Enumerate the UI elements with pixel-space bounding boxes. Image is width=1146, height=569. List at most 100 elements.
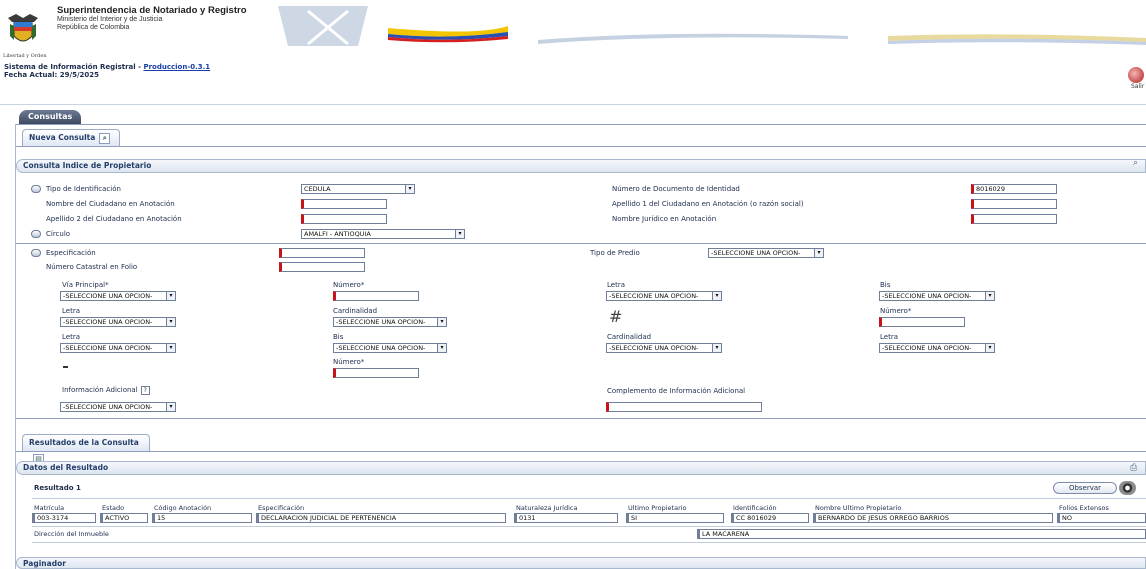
numero1-label: Número* (333, 281, 365, 289)
divider (32, 542, 1146, 543)
cardinalidad1-select[interactable]: -SELECCIONE UNA OPCION- ▾ (333, 317, 447, 327)
tab-resultados[interactable]: Resultados de la Consulta▤ (22, 434, 150, 465)
divider (16, 243, 1146, 244)
result-column-header: Especificación (258, 504, 305, 512)
tipo-id-select[interactable]: CEDULA ▾ (301, 184, 415, 194)
org-name: Superintendencia de Notariado y Registro (57, 5, 247, 16)
circulo-value: AMALFI - ANTIOQUIA (304, 230, 371, 238)
current-date: Fecha Actual: 29/5/2025 (4, 71, 100, 79)
apellido1-label: Apellido 1 del Ciudadano en Anotación (o… (612, 200, 804, 208)
letra2-label: Letra (62, 307, 80, 315)
divider (16, 146, 1146, 147)
numero-catastral-input[interactable] (279, 262, 365, 272)
cardinalidad2-label: Cardinalidad (607, 333, 652, 341)
tipo-predio-label: Tipo de Predio (590, 249, 640, 257)
numero1-input[interactable] (333, 291, 419, 301)
info-adicional-label: Información Adicional? (62, 386, 150, 395)
tab-consultas[interactable]: Consultas (19, 110, 82, 124)
hash-symbol: # (609, 307, 623, 326)
chevron-down-icon: ▾ (712, 344, 721, 352)
numero2-input[interactable] (879, 317, 965, 327)
divider (32, 498, 1146, 499)
result-cell: DECLARACION JUDICIAL DE PERTENENCIA (256, 513, 506, 523)
bis2-label: Bis (333, 333, 344, 341)
section-header-resultado: Datos del Resultado (16, 461, 1146, 475)
bis2-value: -SELECCIONE UNA OPCION- (336, 344, 426, 352)
tipo-predio-select[interactable]: -SELECCIONE UNA OPCION- ▾ (708, 248, 824, 258)
direccion-label: Dirección del Inmueble (34, 530, 109, 538)
nombre-juridico-input[interactable] (971, 214, 1057, 224)
republic-name: República de Colombia (57, 24, 130, 31)
num-doc-label: Número de Documento de Identidad (612, 185, 740, 193)
chevron-down-icon: ▾ (712, 292, 721, 300)
chevron-down-icon: ▾ (166, 344, 175, 352)
help-icon[interactable]: ? (140, 386, 150, 395)
via-principal-label: Vía Principal* (62, 281, 109, 289)
tab-nueva-consulta[interactable]: Nueva Consulta ⌕ (22, 129, 120, 146)
tipo-predio-value: -SELECCIONE UNA OPCION- (711, 249, 801, 257)
via-principal-value: -SELECCIONE UNA OPCION- (63, 292, 153, 300)
header-divider (0, 104, 1146, 105)
result-column-header: Nombre Ultimo Propietario (815, 504, 902, 512)
letra2-value: -SELECCIONE UNA OPCION- (63, 318, 153, 326)
especificacion-input[interactable] (279, 248, 365, 258)
print-icon[interactable]: ⎙ (1130, 463, 1137, 473)
tipo-id-label: Tipo de Identificación (46, 185, 121, 193)
apellido2-input[interactable] (301, 214, 387, 224)
letra1-value: -SELECCIONE UNA OPCION- (609, 292, 699, 300)
complemento-input[interactable] (606, 402, 762, 412)
ministry-name: Ministerio del Interior y de Justicia (57, 16, 163, 23)
nombre-label: Nombre del Ciudadano en Anotación (46, 200, 175, 208)
chevron-down-icon: ▾ (985, 292, 994, 300)
radio-circulo[interactable] (31, 230, 41, 238)
tipo-id-value: CEDULA (304, 185, 331, 193)
radio-especificacion[interactable] (31, 249, 41, 257)
info-adicional-text: Información Adicional (62, 386, 138, 394)
version-link[interactable]: Produccion-0.3.1 (143, 63, 210, 71)
divider (16, 418, 1146, 419)
result-cell: 0131 (514, 513, 618, 523)
nombre-input[interactable] (301, 199, 387, 209)
bis1-select[interactable]: -SELECCIONE UNA OPCION- ▾ (879, 291, 995, 301)
left-border (15, 124, 16, 569)
numero-catastral-label: Número Catastral en Folio (46, 263, 138, 271)
letra1-select[interactable]: -SELECCIONE UNA OPCION- ▾ (606, 291, 722, 301)
search-doc-icon: ⌕ (99, 132, 111, 144)
chevron-down-icon: ▾ (437, 318, 446, 326)
radio-tipo-id[interactable] (31, 185, 41, 193)
info-adicional-select[interactable]: -SELECCIONE UNA OPCION- ▾ (60, 402, 176, 412)
numero2-label: Número* (880, 307, 912, 315)
divider (16, 451, 1146, 452)
num-doc-input[interactable]: 8016029 (971, 184, 1057, 194)
letra3-select[interactable]: -SELECCIONE UNA OPCION- ▾ (60, 343, 176, 353)
chevron-down-icon: ▾ (985, 344, 994, 352)
eye-icon[interactable] (1119, 481, 1136, 495)
tab-label: Nueva Consulta (29, 133, 96, 142)
circulo-select[interactable]: AMALFI - ANTIOQUIA ▾ (301, 229, 465, 239)
letra4-select[interactable]: -SELECCIONE UNA OPCION- ▾ (879, 343, 995, 353)
divider (16, 124, 1146, 125)
bis2-select[interactable]: -SELECCIONE UNA OPCION- ▾ (333, 343, 447, 353)
chevron-down-icon: ▾ (405, 185, 414, 193)
observar-button[interactable]: Observar (1053, 482, 1117, 494)
search-icon[interactable]: ⌕ (1133, 158, 1138, 168)
letra2-select[interactable]: -SELECCIONE UNA OPCION- ▾ (60, 317, 176, 327)
crest-caption: Libertad y Orden (3, 53, 47, 59)
result-column-header: Identificación (733, 504, 777, 512)
cardinalidad2-select[interactable]: -SELECCIONE UNA OPCION- ▾ (606, 343, 722, 353)
result-cell: BERNARDO DE JESUS ORREGO BARRIOS (813, 513, 1053, 523)
letra4-label: Letra (880, 333, 898, 341)
chevron-down-icon: ▾ (814, 249, 823, 257)
letra3-label: Letra (62, 333, 80, 341)
exit-icon[interactable] (1128, 67, 1144, 83)
cardinalidad1-label: Cardinalidad (333, 307, 378, 315)
header: Libertad y Orden Superintendencia de Not… (0, 0, 1146, 108)
apellido1-input[interactable] (971, 199, 1057, 209)
numero3-input[interactable] (333, 368, 419, 378)
exit-label[interactable]: Salir (1131, 83, 1144, 90)
via-principal-select[interactable]: -SELECCIONE UNA OPCION- ▾ (60, 291, 176, 301)
system-label: Sistema de Información Registral - (4, 63, 144, 71)
page: Libertad y Orden Superintendencia de Not… (0, 0, 1146, 569)
result-column-header: Código Anotación (154, 504, 212, 512)
especificacion-label: Especificación (46, 249, 96, 257)
